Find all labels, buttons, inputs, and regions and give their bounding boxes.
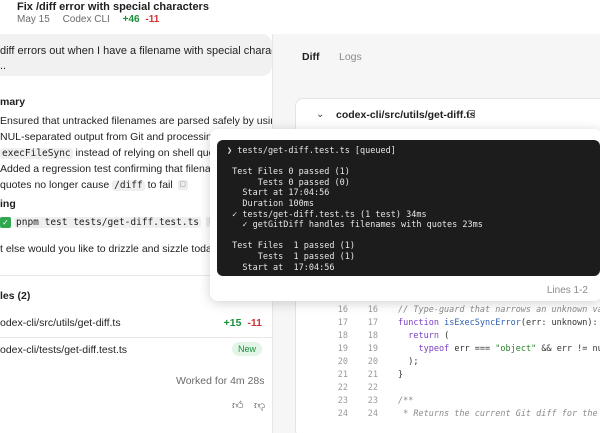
code-line: 19 19 typeof err === "object" && err != n… (296, 343, 600, 356)
summary-line: Added a regression test confirming that … (0, 163, 226, 175)
new-line-number: 20 (367, 357, 378, 367)
terminal-line: Tests 0 passed (0) (227, 177, 350, 188)
diff-file-header[interactable]: ⌄ codex-cli/src/utils/get-diff.ts (296, 99, 600, 133)
old-line-number: 23 (337, 396, 348, 406)
followup-question: t else would you like to drizzle and siz… (0, 243, 223, 255)
terminal-line: ✓ getGitDiff handles filenames with quot… (227, 220, 483, 231)
tab-diff[interactable]: Diff (302, 51, 320, 63)
copy-icon[interactable] (468, 110, 475, 118)
summary-text: quotes no longer cause (0, 179, 113, 191)
code-line: 22 22 (296, 382, 600, 395)
code-text: typeof err === "object" && err != null &… (418, 344, 600, 354)
summary-line: execFileSync instead of relying on shell… (0, 145, 234, 162)
summary-line: NUL-separated output from Git and proces… (0, 131, 240, 143)
user-message: diff errors out when I have a filename w… (0, 34, 272, 76)
old-line-number: 17 (337, 318, 348, 328)
thumbs-down-icon[interactable]: 👎︎ (254, 399, 265, 412)
code-line: 16 16 // Type-guard that narrows an unknow… (296, 304, 600, 317)
task-header: Fix /diff error with special characters … (0, 0, 600, 34)
task-additions: +46 (122, 14, 140, 25)
testing-line: ✓pnpm test tests/get-diff.test.ts > (0, 214, 216, 231)
task-deletions: -11 (145, 14, 160, 25)
summary-heading: mary (0, 96, 26, 108)
code-line: 23 23 /** (296, 395, 600, 408)
code-line: 17 17 function isExecSyncError(err: unknow… (296, 317, 600, 330)
terminal-line: Start at 17:04:56 (227, 188, 330, 199)
files-heading: les (2) (0, 290, 31, 302)
code-line: 21 21} (296, 369, 600, 382)
old-line-number: 22 (337, 383, 348, 393)
old-line-number: 16 (337, 305, 348, 315)
code-line: 24 24 * Returns the current Git diff for … (296, 408, 600, 421)
citation-icon[interactable]: ▢ (177, 180, 188, 191)
lines-label: Lines 1-2 (546, 285, 588, 296)
diff-file-path: codex-cli/src/utils/get-diff.ts (336, 109, 476, 121)
old-line-number: 24 (337, 409, 348, 419)
testing-heading: ing (0, 198, 16, 210)
file-deletions: -11 (247, 317, 262, 329)
terminal-line: ✓ tests/get-diff.test.ts (1 test) 34ms (227, 209, 427, 220)
task-meta: May 15 Codex CLI +46 -11 (17, 14, 169, 25)
terminal-line: ❯ tests/get-diff.test.ts [queued] (227, 146, 396, 156)
new-line-number: 18 (367, 331, 378, 341)
file-row[interactable]: odex-cli/tests/get-diff.test.ts New (0, 338, 272, 364)
user-message-line: diff errors out when I have a filename w… (0, 45, 272, 57)
test-command: pnpm test tests/get-diff.test.ts (14, 217, 202, 228)
terminal-line: Start at 17:04:56 (227, 262, 335, 273)
old-line-number: 18 (337, 331, 348, 341)
inline-code: /diff (112, 180, 145, 191)
new-line-number: 24 (367, 409, 378, 419)
thumbs-up-icon[interactable]: 👍︎ (232, 399, 244, 412)
summary-line: quotes no longer cause /diff to fail ▢ (0, 177, 188, 194)
code-text: /** (398, 396, 414, 406)
new-line-number: 16 (367, 305, 378, 315)
worked-duration: Worked for 4m 28s (176, 375, 265, 387)
file-name: odex-cli/src/utils/get-diff.ts (0, 317, 121, 329)
summary-text: to fail (144, 179, 173, 191)
summary-line: Ensured that untracked filenames are par… (0, 115, 272, 127)
new-line-number: 21 (367, 370, 378, 380)
terminal-line: Duration 100ms (227, 198, 314, 209)
inline-code: execFileSync (0, 148, 73, 159)
terminal-line: Test Files 1 passed (1) (227, 241, 355, 252)
new-line-number: 17 (367, 318, 378, 328)
file-stats: +15 -11 (224, 317, 262, 329)
task-title: Fix /diff error with special characters (17, 1, 209, 13)
code-line: 20 20 ); (296, 356, 600, 369)
terminal-line: Tests 1 passed (1) (227, 251, 355, 262)
terminal-output: ❯ tests/get-diff.test.ts [queued] Test F… (217, 140, 600, 276)
tab-logs[interactable]: Logs (339, 51, 362, 63)
file-name: odex-cli/tests/get-diff.test.ts (0, 344, 128, 356)
chevron-down-icon[interactable]: ⌄ (316, 109, 324, 120)
task-date: May 15 (17, 14, 50, 25)
terminal-line: Test Files 0 passed (1) (227, 167, 350, 178)
code-text: // Type-guard that narrows an unknown va… (398, 305, 600, 315)
new-badge: New (231, 342, 262, 356)
task-source: Codex CLI (62, 14, 110, 25)
code-line: 18 18 return ( (296, 330, 600, 343)
new-line-number: 19 (367, 344, 378, 354)
file-row[interactable]: odex-cli/src/utils/get-diff.ts +15 -11 (0, 311, 272, 337)
code-text: function isExecSyncError(err: unknown): … (398, 318, 598, 328)
file-additions: +15 (223, 317, 242, 329)
code-text: return ( (408, 331, 450, 341)
code-text: * Returns the current Git diff for the w… (403, 409, 598, 419)
code-text: ); (398, 357, 419, 367)
old-line-number: 20 (337, 357, 348, 367)
old-line-number: 21 (337, 370, 348, 380)
new-line-number: 22 (367, 383, 378, 393)
old-line-number: 19 (337, 344, 348, 354)
user-message-line: .. (0, 60, 7, 72)
new-line-number: 23 (367, 396, 378, 406)
code-text: } (398, 370, 404, 380)
check-icon: ✓ (0, 216, 11, 228)
